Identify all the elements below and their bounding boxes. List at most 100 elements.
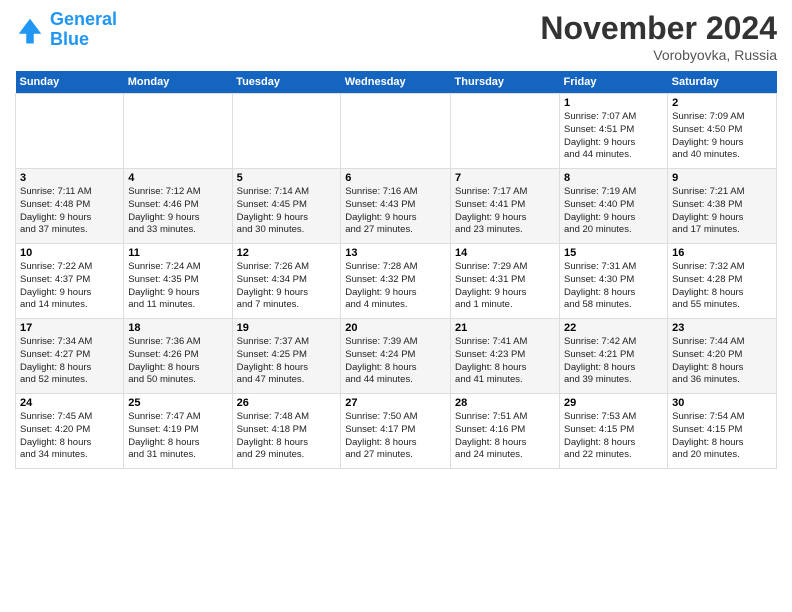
day-info: Sunrise: 7:14 AMSunset: 4:45 PMDaylight:… (237, 186, 337, 237)
day-info: Sunrise: 7:24 AMSunset: 4:35 PMDaylight:… (128, 261, 227, 312)
table-row: 28Sunrise: 7:51 AMSunset: 4:16 PMDayligh… (451, 394, 560, 469)
day-number: 8 (564, 172, 663, 184)
logo-text: General Blue (50, 10, 117, 50)
day-info: Sunrise: 7:36 AMSunset: 4:26 PMDaylight:… (128, 336, 227, 387)
table-row: 1 Sunrise: 7:07 AMSunset: 4:51 PMDaylight… (560, 94, 668, 169)
table-row: 26 Sunrise: 7:48 AMSunset: 4:18 PMDayligh… (232, 394, 341, 469)
day-info: Sunrise: 7:29 AMSunset: 4:31 PMDaylight:… (455, 261, 555, 312)
header: General Blue November 2024 Vorobyovka, R… (15, 10, 777, 63)
table-row (232, 94, 341, 169)
table-row: 22 Sunrise: 7:42 AMSunset: 4:21 PMDayligh… (560, 319, 668, 394)
col-tuesday: Tuesday (232, 71, 341, 94)
location: Vorobyovka, Russia (540, 47, 777, 63)
day-number: 12 (237, 247, 337, 259)
day-number: 9 (672, 172, 772, 184)
day-info: Sunrise: 7:54 AMSunset: 4:15 PMDaylight:… (672, 411, 772, 462)
day-number: 25 (128, 397, 227, 409)
day-number: 21 (455, 322, 555, 334)
table-row (124, 94, 232, 169)
table-row: 8 Sunrise: 7:19 AMSunset: 4:40 PMDaylight… (560, 169, 668, 244)
day-info: Sunrise: 7:45 AMSunset: 4:20 PMDaylight:… (20, 411, 119, 462)
month-title: November 2024 (540, 10, 777, 47)
day-info: Sunrise: 7:09 AMSunset: 4:50 PMDaylight:… (672, 111, 772, 162)
day-number: 19 (237, 322, 337, 334)
day-number: 5 (237, 172, 337, 184)
table-row (16, 94, 124, 169)
day-number: 29 (564, 397, 663, 409)
calendar-week-row: 10Sunrise: 7:22 AMSunset: 4:37 PMDayligh… (16, 244, 777, 319)
table-row: 25 Sunrise: 7:47 AMSunset: 4:19 PMDayligh… (124, 394, 232, 469)
table-row: 20Sunrise: 7:39 AMSunset: 4:24 PMDayligh… (341, 319, 451, 394)
table-row: 11 Sunrise: 7:24 AMSunset: 4:35 PMDayligh… (124, 244, 232, 319)
day-number: 1 (564, 97, 663, 109)
table-row: 10Sunrise: 7:22 AMSunset: 4:37 PMDayligh… (16, 244, 124, 319)
table-row (341, 94, 451, 169)
day-number: 20 (345, 322, 446, 334)
table-row: 29 Sunrise: 7:53 AMSunset: 4:15 PMDayligh… (560, 394, 668, 469)
table-row: 15 Sunrise: 7:31 AMSunset: 4:30 PMDayligh… (560, 244, 668, 319)
calendar-week-row: 3Sunrise: 7:11 AMSunset: 4:48 PMDaylight… (16, 169, 777, 244)
day-number: 13 (345, 247, 446, 259)
day-number: 11 (128, 247, 227, 259)
day-number: 24 (20, 397, 119, 409)
day-number: 26 (237, 397, 337, 409)
day-info: Sunrise: 7:31 AMSunset: 4:30 PMDaylight:… (564, 261, 663, 312)
day-info: Sunrise: 7:22 AMSunset: 4:37 PMDaylight:… (20, 261, 119, 312)
day-number: 7 (455, 172, 555, 184)
day-info: Sunrise: 7:28 AMSunset: 4:32 PMDaylight:… (345, 261, 446, 312)
day-info: Sunrise: 7:41 AMSunset: 4:23 PMDaylight:… (455, 336, 555, 387)
day-info: Sunrise: 7:37 AMSunset: 4:25 PMDaylight:… (237, 336, 337, 387)
calendar-week-row: 24 Sunrise: 7:45 AMSunset: 4:20 PMDayligh… (16, 394, 777, 469)
table-row: 6 Sunrise: 7:16 AMSunset: 4:43 PMDaylight… (341, 169, 451, 244)
table-row: 5 Sunrise: 7:14 AMSunset: 4:45 PMDaylight… (232, 169, 341, 244)
day-number: 15 (564, 247, 663, 259)
day-number: 4 (128, 172, 227, 184)
day-number: 22 (564, 322, 663, 334)
day-info: Sunrise: 7:50 AMSunset: 4:17 PMDaylight:… (345, 411, 446, 462)
day-number: 17 (20, 322, 119, 334)
calendar-week-row: 17 Sunrise: 7:34 AMSunset: 4:27 PMDayligh… (16, 319, 777, 394)
table-row: 27Sunrise: 7:50 AMSunset: 4:17 PMDayligh… (341, 394, 451, 469)
day-number: 2 (672, 97, 772, 109)
logo: General Blue (15, 10, 117, 50)
day-info: Sunrise: 7:53 AMSunset: 4:15 PMDaylight:… (564, 411, 663, 462)
col-saturday: Saturday (668, 71, 777, 94)
day-info: Sunrise: 7:34 AMSunset: 4:27 PMDaylight:… (20, 336, 119, 387)
col-thursday: Thursday (451, 71, 560, 94)
table-row (451, 94, 560, 169)
day-info: Sunrise: 7:21 AMSunset: 4:38 PMDaylight:… (672, 186, 772, 237)
table-row: 18Sunrise: 7:36 AMSunset: 4:26 PMDayligh… (124, 319, 232, 394)
table-row: 9 Sunrise: 7:21 AMSunset: 4:38 PMDaylight… (668, 169, 777, 244)
day-info: Sunrise: 7:47 AMSunset: 4:19 PMDaylight:… (128, 411, 227, 462)
table-row: 21 Sunrise: 7:41 AMSunset: 4:23 PMDayligh… (451, 319, 560, 394)
day-info: Sunrise: 7:44 AMSunset: 4:20 PMDaylight:… (672, 336, 772, 387)
table-row: 7 Sunrise: 7:17 AMSunset: 4:41 PMDaylight… (451, 169, 560, 244)
table-row: 24 Sunrise: 7:45 AMSunset: 4:20 PMDayligh… (16, 394, 124, 469)
day-info: Sunrise: 7:42 AMSunset: 4:21 PMDaylight:… (564, 336, 663, 387)
day-number: 14 (455, 247, 555, 259)
table-row: 16 Sunrise: 7:32 AMSunset: 4:28 PMDayligh… (668, 244, 777, 319)
day-info: Sunrise: 7:07 AMSunset: 4:51 PMDaylight:… (564, 111, 663, 162)
page: General Blue November 2024 Vorobyovka, R… (0, 0, 792, 612)
col-sunday: Sunday (16, 71, 124, 94)
day-info: Sunrise: 7:16 AMSunset: 4:43 PMDaylight:… (345, 186, 446, 237)
day-info: Sunrise: 7:12 AMSunset: 4:46 PMDaylight:… (128, 186, 227, 237)
logo-line1: General (50, 9, 117, 29)
day-number: 16 (672, 247, 772, 259)
day-info: Sunrise: 7:32 AMSunset: 4:28 PMDaylight:… (672, 261, 772, 312)
table-row: 2 Sunrise: 7:09 AMSunset: 4:50 PMDaylight… (668, 94, 777, 169)
day-info: Sunrise: 7:17 AMSunset: 4:41 PMDaylight:… (455, 186, 555, 237)
table-row: 30Sunrise: 7:54 AMSunset: 4:15 PMDayligh… (668, 394, 777, 469)
table-row: 4 Sunrise: 7:12 AMSunset: 4:46 PMDaylight… (124, 169, 232, 244)
calendar: Sunday Monday Tuesday Wednesday Thursday… (15, 71, 777, 469)
day-number: 23 (672, 322, 772, 334)
logo-line2: Blue (50, 30, 117, 50)
col-wednesday: Wednesday (341, 71, 451, 94)
logo-icon (15, 15, 45, 45)
day-info: Sunrise: 7:19 AMSunset: 4:40 PMDaylight:… (564, 186, 663, 237)
table-row: 19 Sunrise: 7:37 AMSunset: 4:25 PMDayligh… (232, 319, 341, 394)
day-number: 3 (20, 172, 119, 184)
day-number: 6 (345, 172, 446, 184)
calendar-week-row: 1 Sunrise: 7:07 AMSunset: 4:51 PMDaylight… (16, 94, 777, 169)
day-info: Sunrise: 7:48 AMSunset: 4:18 PMDaylight:… (237, 411, 337, 462)
